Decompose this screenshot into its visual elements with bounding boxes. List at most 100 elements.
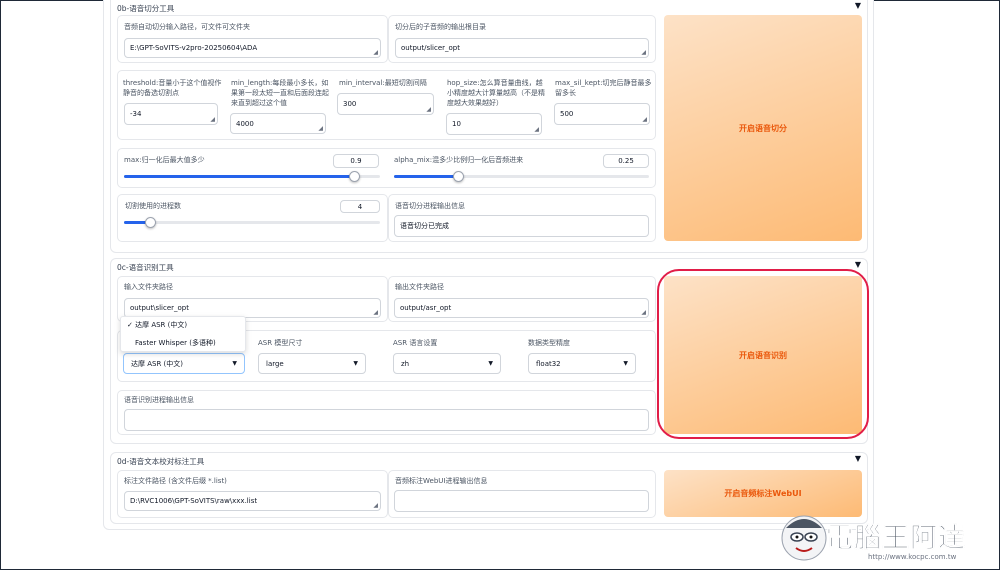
procs-slider-track[interactable] xyxy=(124,217,380,228)
dropdown-arrow-icon: ▼ xyxy=(488,360,493,367)
collapse-caret-icon[interactable]: ▼ xyxy=(855,454,861,463)
param-threshold-label: threshold:音量小于这个值视作静音的备选切割点 xyxy=(123,79,222,97)
label-path-label: 标注文件路径 (含文件后缀 *.list) xyxy=(124,477,227,485)
slicer-info-value: 语音切分已完成 xyxy=(400,222,449,230)
slicer-info-label: 语音切分进程输出信息 xyxy=(395,202,465,210)
slicer-input-block: 音频自动切分输入路径，可文件可文件夹 E:\GPT-SoVITS-v2pro-2… xyxy=(117,15,388,63)
watermark-brand: 電腦王阿達 xyxy=(826,523,966,555)
param-max-sil-kept-label: max_sil_kept:切完后静音最多留多长 xyxy=(555,79,652,97)
max-slider-label: max:归一化后最大值多少 xyxy=(124,156,205,164)
alpha-number-value: 0.25 xyxy=(618,157,634,165)
start-slice-button-label: 开启语音切分 xyxy=(739,123,787,133)
resize-grip-icon[interactable]: ◢ xyxy=(373,50,378,56)
start-labeling-button-label: 开启音频标注WebUI xyxy=(724,489,802,498)
slicer-output-field[interactable]: output/slicer_opt ◢ xyxy=(395,38,649,58)
asr-precision-select[interactable]: float32 ▼ xyxy=(528,353,636,374)
resize-grip-icon[interactable]: ◢ xyxy=(373,310,378,316)
watermark-url: http://www.kocpc.com.tw xyxy=(868,553,957,561)
resize-grip-icon[interactable]: ◢ xyxy=(642,117,647,123)
asr-info-label: 语音识别进程输出信息 xyxy=(124,396,194,404)
alpha-slider-handle[interactable] xyxy=(452,171,464,182)
param-min-length-label: min_length:每段最小多长，如果第一段太短一直和后面段连起来直到超过这个… xyxy=(231,79,329,107)
param-threshold-value: -34 xyxy=(130,110,142,118)
collapse-caret-icon[interactable]: ▼ xyxy=(855,260,861,269)
asr-size-label: ASR 模型尺寸 xyxy=(258,339,303,347)
asr-output-field[interactable]: output/asr_opt ◢ xyxy=(394,298,649,318)
slicer-input-label: 音频自动切分输入路径，可文件可文件夹 xyxy=(124,23,250,31)
label-info-label: 音频标注WebUI进程输出信息 xyxy=(395,477,488,485)
asr-lang-label: ASR 语言设置 xyxy=(393,339,438,347)
param-min-length-input[interactable]: 4000 ◢ xyxy=(230,113,326,134)
slider-block xyxy=(117,148,656,188)
label-path-field[interactable]: D:\RVC1006\GPT-SoVITS\raw\xxx.list ◢ xyxy=(124,491,381,511)
slicer-info-field: 语音切分已完成 xyxy=(394,215,649,237)
procs-slider-handle[interactable] xyxy=(144,217,156,228)
asr-output-label: 输出文件夹路径 xyxy=(395,283,444,291)
alpha-slider-track[interactable] xyxy=(394,171,649,182)
asr-info-field xyxy=(124,409,649,431)
alpha-slider-label: alpha_mix:混多少比例归一化后音频进来 xyxy=(394,156,524,164)
label-path-value: D:\RVC1006\GPT-SoVITS\raw\xxx.list xyxy=(130,497,258,505)
alpha-number-input[interactable]: 0.25 xyxy=(603,154,649,168)
slicer-output-value: output/slicer_opt xyxy=(401,44,460,52)
label-info-block: 音频标注WebUI进程输出信息 xyxy=(388,470,656,518)
asr-input-value: output\slicer_opt xyxy=(130,304,189,312)
param-max-sil-kept-value: 500 xyxy=(560,110,574,118)
procs-number-input[interactable]: 4 xyxy=(340,200,380,213)
asr-lang-value: zh xyxy=(401,359,410,368)
asr-size-select[interactable]: large ▼ xyxy=(258,353,366,374)
param-hop-size-label: hop_size:怎么算音量曲线，越小精度越大计算量越高（不是精度越大效果越好） xyxy=(447,79,545,107)
asr-model-value: 达摩 ASR (中文) xyxy=(131,359,184,368)
asr-size-value: large xyxy=(266,359,284,368)
param-min-interval-value: 300 xyxy=(343,100,357,108)
param-hop-size-value: 10 xyxy=(452,120,461,128)
asr-precision-value: float32 xyxy=(536,359,561,368)
highlight-annotation xyxy=(657,269,869,439)
resize-grip-icon[interactable]: ◢ xyxy=(318,126,323,132)
asr-output-block: 输出文件夹路径 output/asr_opt ◢ xyxy=(388,276,656,322)
resize-grip-icon[interactable]: ◢ xyxy=(426,107,431,113)
dropdown-option-damo[interactable]: ✓ 达摩 ASR (中文) xyxy=(121,319,247,331)
procs-number-value: 4 xyxy=(357,202,363,211)
label-path-block: 标注文件路径 (含文件后缀 *.list) D:\RVC1006\GPT-SoV… xyxy=(117,470,388,518)
param-hop-size-input[interactable]: 10 ◢ xyxy=(446,113,542,135)
asr-lang-select[interactable]: zh ▼ xyxy=(393,353,501,374)
label-section-title: 0d-语音文本校对标注工具 xyxy=(117,457,205,466)
slicer-output-label: 切分后的子音频的输出根目录 xyxy=(395,23,486,31)
param-max-sil-kept-input[interactable]: 500 ◢ xyxy=(554,103,650,125)
slicer-section-title: 0b-语音切分工具 xyxy=(117,4,175,13)
resize-grip-icon[interactable]: ◢ xyxy=(210,117,215,123)
dropdown-arrow-icon: ▼ xyxy=(232,360,237,367)
resize-grip-icon[interactable]: ◢ xyxy=(534,127,539,133)
asr-model-dropdown: ✓ 达摩 ASR (中文) Faster Whisper (多语种) xyxy=(120,316,246,352)
asr-input-label: 输入文件夹路径 xyxy=(124,283,173,291)
asr-output-value: output/asr_opt xyxy=(400,304,452,312)
resize-grip-icon[interactable]: ◢ xyxy=(641,310,646,316)
max-slider-track[interactable] xyxy=(124,171,380,182)
max-number-input[interactable]: 0.9 xyxy=(333,154,379,168)
collapse-caret-icon[interactable]: ▼ xyxy=(855,1,861,10)
asr-model-select[interactable]: 达摩 ASR (中文) ▼ xyxy=(123,353,245,374)
max-number-value: 0.9 xyxy=(350,157,362,165)
dropdown-arrow-icon: ▼ xyxy=(623,360,628,367)
param-min-length-value: 4000 xyxy=(236,119,254,128)
slicer-input-value: E:\GPT-SoVITS-v2pro-20250604\ADA xyxy=(130,44,258,52)
param-threshold-input[interactable]: -34 ◢ xyxy=(124,103,218,125)
asr-input-field[interactable]: output\slicer_opt ◢ xyxy=(124,298,381,318)
slicer-output-block: 切分后的子音频的输出根目录 output/slicer_opt ◢ xyxy=(388,15,656,63)
param-min-interval-label: min_interval:最短切割间隔 xyxy=(339,79,427,87)
param-min-interval-input[interactable]: 300 ◢ xyxy=(337,93,434,115)
start-slice-button[interactable]: 开启语音切分 xyxy=(664,15,862,241)
alpha-slider-fill xyxy=(394,175,458,178)
resize-grip-icon[interactable]: ◢ xyxy=(373,503,378,509)
slicer-input-field[interactable]: E:\GPT-SoVITS-v2pro-20250604\ADA ◢ xyxy=(124,38,381,58)
watermark-logo: 電腦王阿達 http://www.kocpc.com.tw xyxy=(778,506,996,566)
dropdown-option-faster-whisper[interactable]: Faster Whisper (多语种) xyxy=(121,337,247,349)
procs-slider-label: 切割使用的进程数 xyxy=(125,202,181,210)
slicer-info-block: 语音切分进程输出信息 语音切分已完成 xyxy=(388,194,656,242)
max-slider-fill xyxy=(124,175,355,178)
dropdown-arrow-icon: ▼ xyxy=(353,360,358,367)
label-info-field xyxy=(394,490,649,512)
asr-info-block: 语音识别进程输出信息 xyxy=(117,390,656,435)
resize-grip-icon[interactable]: ◢ xyxy=(641,50,646,56)
